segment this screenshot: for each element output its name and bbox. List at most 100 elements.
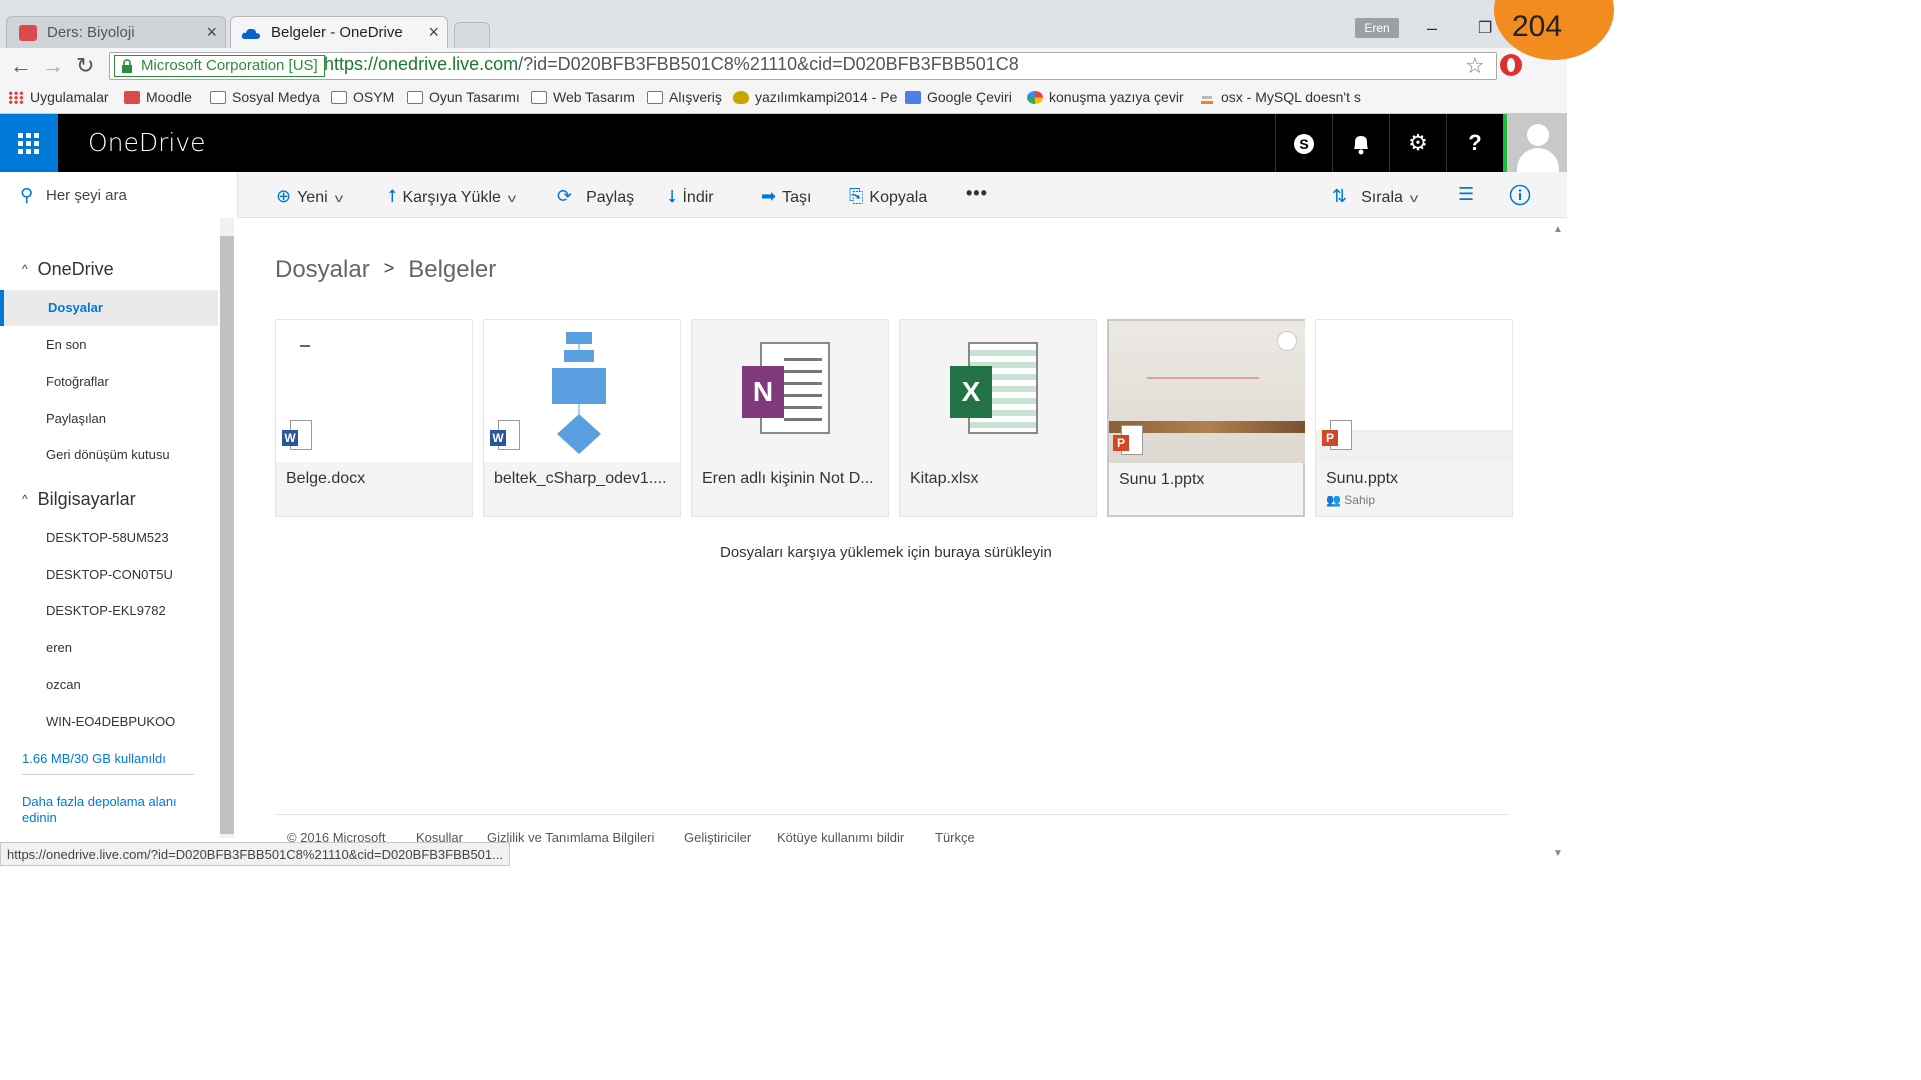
more-button[interactable]: ••• — [966, 183, 988, 204]
breadcrumb-dosyalar[interactable]: Dosyalar — [275, 256, 370, 283]
drop-hint: Dosyaları karşıya yüklemek için buraya s… — [720, 544, 1052, 561]
close-icon[interactable]: × — [206, 22, 217, 43]
bookmark-folder[interactable]: Web Tasarım — [531, 89, 635, 105]
file-thumbnail: W — [276, 320, 472, 462]
bookmark-folder[interactable]: OSYM — [331, 89, 394, 105]
bookmarks-bar: Uygulamalar Moodle Sosyal Medya OSYM Oyu… — [0, 84, 1567, 114]
ev-certificate-badge[interactable]: Microsoft Corporation [US] — [114, 55, 325, 77]
sidebar-item-geri-donusum[interactable]: Geri dönüşüm kutusu — [46, 447, 170, 462]
folder-icon — [647, 91, 663, 104]
nav-group-bilgisayarlar[interactable]: ^ Bilgisayarlar — [22, 489, 136, 510]
file-tile[interactable]: W Belge.docx — [275, 319, 473, 517]
help-icon[interactable]: ? — [1446, 114, 1503, 172]
bell-icon[interactable] — [1332, 114, 1389, 172]
upload-label: Karşıya Yükle — [402, 189, 501, 206]
search-box[interactable]: ⚲ Her şeyi ara — [0, 172, 238, 218]
app-launcher-icon[interactable] — [0, 114, 58, 172]
reload-icon[interactable]: ↻ — [76, 53, 94, 79]
sidebar-item-pc[interactable]: DESKTOP-CON0T5U — [46, 567, 173, 582]
left-navigation: ^ OneDrive Dosyalar En son Fotoğraflar Pa… — [0, 218, 238, 870]
sidebar-item-pc[interactable]: WIN-EO4DEBPUKOO — [46, 714, 175, 729]
file-tile[interactable]: N Eren adlı kişinin Not D... — [691, 319, 889, 517]
bookmark-moodle[interactable]: Moodle — [124, 89, 192, 105]
back-arrow-icon[interactable]: ← — [10, 53, 32, 79]
sidebar-item-pc[interactable]: ozcan — [46, 677, 81, 692]
bookmark-label: OSYM — [353, 89, 395, 105]
sidebar-item-paylasilan[interactable]: Paylaşılan — [46, 411, 106, 426]
file-tile[interactable]: W beltek_cSharp_odev1.... — [483, 319, 681, 517]
restore-icon[interactable]: ❐ — [1478, 18, 1492, 38]
breadcrumb: Dosyalar > Belgeler — [275, 256, 496, 284]
scroll-down-icon[interactable]: ▼ — [1553, 848, 1563, 859]
file-name: Belge.docx — [286, 470, 366, 487]
move-icon: ➡ — [761, 186, 777, 206]
skype-icon[interactable]: S — [1275, 114, 1332, 172]
list-view-icon[interactable]: ☰ — [1458, 184, 1480, 205]
move-button[interactable]: ➡ Taşı — [761, 186, 811, 207]
main-scrollbar[interactable]: ▲ ▼ — [1549, 218, 1567, 870]
share-button[interactable]: ⟳ Paylaş — [557, 186, 634, 207]
folder-icon — [407, 91, 423, 104]
address-bar[interactable]: Microsoft Corporation [US] https://onedr… — [109, 52, 1497, 80]
forward-arrow-icon[interactable]: → — [42, 53, 64, 79]
sidebar-item-en-son[interactable]: En son — [46, 337, 86, 352]
url-text[interactable]: https://onedrive.live.com/?id=D020BFB3FB… — [324, 54, 1019, 75]
file-name: Eren adlı kişinin Not D... — [702, 470, 874, 487]
bookmark-label: Alışveriş — [669, 89, 722, 105]
new-button[interactable]: ⊕ Yeni v — [276, 186, 343, 207]
info-icon[interactable] — [1509, 184, 1531, 211]
sidebar-item-pc[interactable]: DESKTOP-58UM523 — [46, 530, 169, 545]
share-label: Paylaş — [586, 189, 635, 206]
bookmark-folder[interactable]: Sosyal Medya — [210, 89, 320, 105]
tab-ders-biyoloji[interactable]: Ders: Biyoloji × — [6, 16, 226, 48]
footer-link-developers[interactable]: Geliştiriciler — [684, 830, 751, 845]
tab-belgeler-onedrive[interactable]: Belgeler - OneDrive × — [230, 16, 448, 48]
file-thumbnail: W — [484, 320, 680, 462]
footer-link-report-abuse[interactable]: Kötüye kullanımı bildir — [777, 830, 904, 845]
bookmark-label: Oyun Tasarımı — [429, 89, 520, 105]
footer-link-language[interactable]: Türkçe — [935, 830, 975, 845]
storage-quota-link[interactable]: 1.66 MB/30 GB kullanıldı — [22, 751, 166, 766]
extension-icon[interactable] — [1500, 54, 1522, 76]
google-translate-icon — [905, 91, 921, 104]
profile-badge[interactable]: Eren — [1355, 18, 1399, 38]
get-more-storage-link[interactable]: Daha fazla depolama alanı edinin — [22, 794, 212, 826]
sidebar-item-fotograflar[interactable]: Fotoğraflar — [46, 374, 109, 389]
people-icon: 👥 — [1326, 493, 1341, 507]
bookmark-speech[interactable]: konuşma yazıya çevir — [1027, 89, 1184, 105]
bookmark-folder[interactable]: Oyun Tasarımı — [407, 89, 520, 105]
bookmark-label: Web Tasarım — [553, 89, 635, 105]
bookmark-stackoverflow[interactable]: osx - MySQL doesn't s — [1199, 89, 1361, 105]
certificate-owner: Microsoft Corporation [US] — [141, 57, 318, 74]
close-icon[interactable]: × — [428, 22, 439, 43]
scrollbar-thumb[interactable] — [220, 236, 234, 834]
sidebar-item-dosyalar[interactable]: Dosyalar — [0, 290, 218, 326]
bookmark-apps[interactable]: Uygulamalar — [8, 89, 109, 105]
file-tile[interactable]: P Sunu 1.pptx — [1107, 319, 1305, 517]
download-button[interactable]: ⭣ İndir — [668, 186, 714, 207]
gear-icon[interactable]: ⚙ — [1389, 114, 1446, 172]
copy-button[interactable]: ⎘ Kopyala — [849, 186, 927, 207]
avatar[interactable] — [1503, 114, 1567, 172]
minimize-icon[interactable]: – — [1427, 18, 1437, 39]
nav-group-label: OneDrive — [37, 259, 114, 279]
bookmark-star-icon[interactable]: ☆ — [1465, 53, 1485, 79]
file-tile[interactable]: X Kitap.xlsx — [899, 319, 1097, 517]
footer-link-privacy[interactable]: Gizlilik ve Tanımlama Bilgileri — [487, 830, 654, 845]
sidebar-item-pc[interactable]: DESKTOP-EKL9782 — [46, 603, 166, 618]
sidebar-item-pc[interactable]: eren — [46, 640, 72, 655]
sort-button[interactable]: ⇅ Sırala v — [1332, 186, 1418, 207]
bookmark-yazilimkampi[interactable]: yazılımkampi2014 - Pe — [733, 89, 897, 105]
bookmark-google-translate[interactable]: Google Çeviri — [905, 89, 1012, 105]
sort-icon: ⇅ — [1332, 186, 1348, 206]
new-tab-button[interactable] — [454, 22, 490, 48]
file-tile[interactable]: P Sunu.pptx 👥 Sahip — [1315, 319, 1513, 517]
file-name: beltek_cSharp_odev1.... — [494, 470, 667, 487]
app-title[interactable]: OneDrive — [88, 128, 206, 157]
sort-label: Sırala — [1361, 189, 1403, 206]
scroll-up-icon[interactable]: ▲ — [1553, 224, 1563, 235]
upload-button[interactable]: ⭡ Karşıya Yükle v — [388, 186, 516, 207]
nav-group-onedrive[interactable]: ^ OneDrive — [22, 259, 114, 280]
bookmark-folder[interactable]: Alışveriş — [647, 89, 722, 105]
select-checkbox[interactable] — [1277, 331, 1297, 351]
